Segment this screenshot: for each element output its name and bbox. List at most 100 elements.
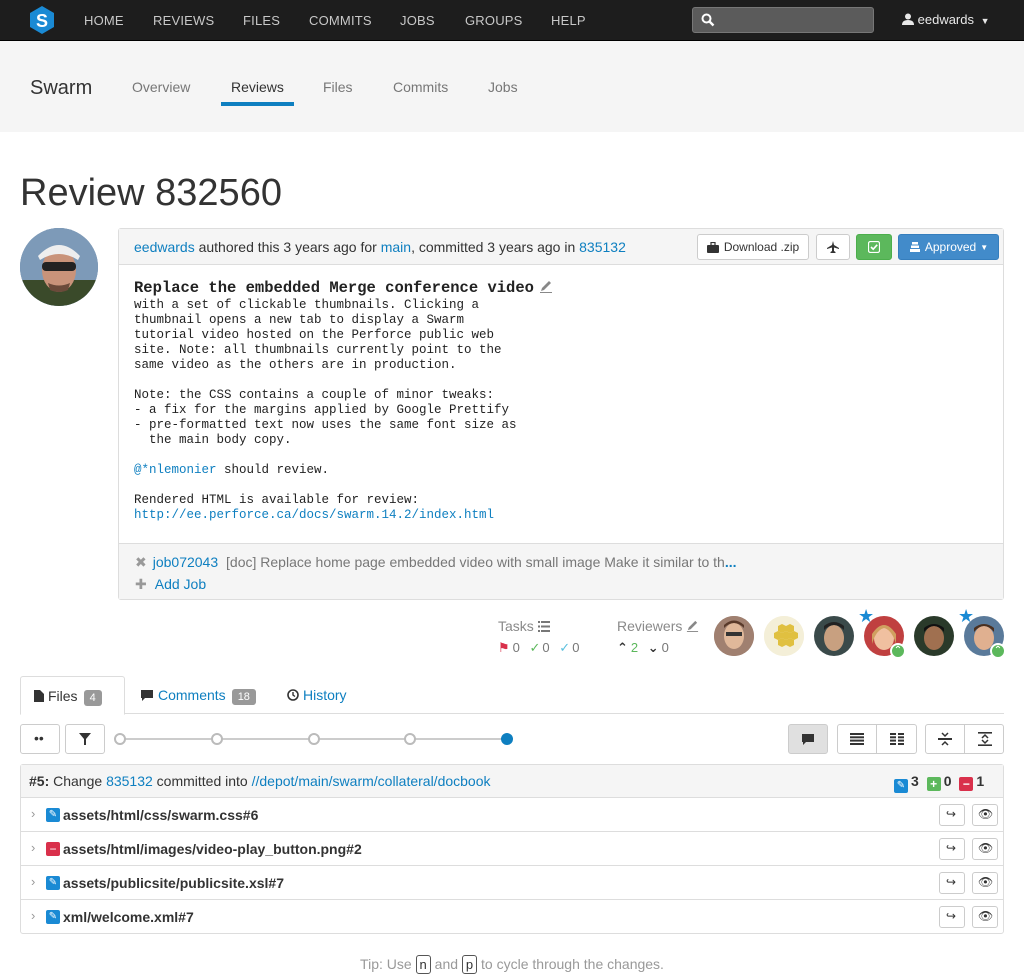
comments-count-badge: 18 bbox=[231, 689, 256, 705]
side-by-side-diff-button[interactable] bbox=[878, 725, 917, 753]
committed-text: , committed 3 years ago in bbox=[411, 239, 580, 255]
remove-job-icon[interactable]: ✖ bbox=[135, 554, 147, 570]
author-avatar[interactable] bbox=[20, 228, 98, 306]
comment-icon bbox=[802, 734, 814, 745]
tab-jobs[interactable]: Jobs bbox=[488, 79, 518, 95]
reviewers-label: Reviewers bbox=[617, 618, 699, 634]
change-link[interactable]: 835132 bbox=[579, 239, 626, 255]
tab-commits[interactable]: Commits bbox=[393, 79, 448, 95]
share-icon: ↪ bbox=[946, 875, 957, 889]
vote-counts[interactable]: ⌃ 2 ⌄ 0 bbox=[617, 640, 669, 656]
reviewer-avatar[interactable] bbox=[814, 616, 854, 656]
file-row[interactable]: › − assets/html/images/video-play_button… bbox=[21, 832, 1003, 866]
test-status-button[interactable] bbox=[856, 234, 892, 260]
chevron-right-icon[interactable]: › bbox=[31, 908, 35, 923]
mark-read-button[interactable]: 👁 bbox=[972, 906, 998, 928]
mark-read-button[interactable]: 👁 bbox=[972, 804, 998, 826]
expand-all-button[interactable] bbox=[966, 725, 1005, 753]
active-tab-indicator bbox=[221, 102, 294, 106]
mark-read-button[interactable]: 👁 bbox=[972, 872, 998, 894]
version-slider-point-active[interactable] bbox=[501, 733, 513, 745]
inline-diff-button[interactable] bbox=[838, 725, 877, 753]
nav-home[interactable]: HOME bbox=[84, 13, 124, 28]
file-row[interactable]: › ✎ assets/html/css/swarm.css#6 ↪ 👁 bbox=[21, 798, 1003, 832]
mark-read-button[interactable]: 👁 bbox=[972, 838, 998, 860]
chevron-right-icon[interactable]: › bbox=[31, 840, 35, 855]
download-zip-button[interactable]: Download .zip bbox=[697, 234, 809, 260]
nav-groups[interactable]: GROUPS bbox=[465, 13, 523, 28]
search-input[interactable] bbox=[692, 7, 874, 33]
tab-reviews[interactable]: Reviews bbox=[231, 79, 284, 95]
eye-icon: 👁 bbox=[978, 807, 994, 821]
tab-files-list[interactable]: Files 4 bbox=[20, 676, 125, 715]
branch-link[interactable]: main bbox=[381, 239, 411, 255]
pencil-icon[interactable] bbox=[539, 279, 553, 293]
votes-down-count: 0 bbox=[661, 640, 669, 655]
file-row[interactable]: › ✎ assets/publicsite/publicsite.xsl#7 ↪… bbox=[21, 866, 1003, 900]
tab-comments[interactable]: Comments 18 bbox=[141, 676, 256, 714]
mention-link[interactable]: @*nlemonier bbox=[134, 463, 217, 477]
tasks-counts[interactable]: ⚑ 0 ✓ 0 ✓ 0 bbox=[498, 640, 579, 656]
two-dots-icon: •• bbox=[34, 730, 44, 746]
open-file-button[interactable]: ↪ bbox=[939, 804, 965, 826]
project-name[interactable]: Swarm bbox=[30, 77, 92, 100]
author-link[interactable]: eedwards bbox=[134, 239, 195, 255]
chevron-right-icon[interactable]: › bbox=[31, 874, 35, 889]
pencil-icon[interactable] bbox=[686, 619, 699, 632]
kbd-prev: p bbox=[461, 955, 478, 974]
file-row[interactable]: › ✎ xml/welcome.xml#7 ↪ 👁 bbox=[21, 900, 1003, 934]
open-file-button[interactable]: ↪ bbox=[939, 872, 965, 894]
tab-overview[interactable]: Overview bbox=[132, 79, 190, 95]
files-header: #5: Change 835132 committed into //depot… bbox=[21, 765, 1003, 798]
deploy-button[interactable] bbox=[816, 234, 850, 260]
reviewer-group-avatar[interactable] bbox=[764, 616, 804, 656]
job-link[interactable]: job072043 bbox=[153, 554, 218, 570]
briefcase-icon bbox=[706, 241, 719, 253]
tab-history[interactable]: History bbox=[287, 676, 347, 714]
tab-files[interactable]: Files bbox=[323, 79, 353, 95]
share-icon: ↪ bbox=[946, 841, 957, 855]
swarm-logo-icon[interactable]: S bbox=[30, 6, 54, 34]
show-comments-toggle[interactable] bbox=[788, 724, 828, 754]
nav-commits[interactable]: COMMITS bbox=[309, 13, 372, 28]
clock-icon bbox=[287, 689, 299, 701]
change-summary: #5: Change 835132 committed into //depot… bbox=[29, 773, 491, 789]
page-title: Review 832560 bbox=[20, 172, 282, 214]
nav-help[interactable]: HELP bbox=[551, 13, 586, 28]
version-slider-point[interactable] bbox=[404, 733, 416, 745]
required-reviewer-star-icon: ★ bbox=[958, 606, 975, 626]
open-file-button[interactable]: ↪ bbox=[939, 906, 965, 928]
plane-icon bbox=[827, 241, 839, 253]
change-text: Change bbox=[49, 773, 107, 789]
nav-jobs[interactable]: JOBS bbox=[400, 13, 435, 28]
version-slider-point[interactable] bbox=[211, 733, 223, 745]
version-mode-button[interactable]: •• bbox=[20, 724, 60, 754]
user-menu[interactable]: eedwards ▼ bbox=[902, 12, 990, 27]
filter-button[interactable] bbox=[65, 724, 105, 754]
chevron-right-icon[interactable]: › bbox=[31, 806, 35, 821]
reviewer-avatar[interactable] bbox=[914, 616, 954, 656]
reviewer-avatar[interactable] bbox=[714, 616, 754, 656]
review-state-dropdown[interactable]: Approved ▼ bbox=[898, 234, 999, 260]
job-more-link[interactable]: ... bbox=[725, 554, 737, 570]
expand-icon bbox=[978, 732, 992, 746]
file-icon bbox=[34, 690, 44, 702]
columns-icon bbox=[890, 733, 904, 745]
depot-path-link[interactable]: //depot/main/swarm/collateral/docbook bbox=[252, 773, 491, 789]
collapse-all-button[interactable] bbox=[926, 725, 965, 753]
version-slider-point[interactable] bbox=[114, 733, 126, 745]
vote-down-icon: ⌄ bbox=[647, 640, 659, 655]
keyboard-tip: Tip: Use n and p to cycle through the ch… bbox=[0, 955, 1024, 974]
job-row: ✖ job072043 [doc] Replace home page embed… bbox=[135, 554, 737, 571]
reviewer-avatar-image bbox=[914, 616, 954, 656]
header-change-link[interactable]: 835132 bbox=[106, 773, 153, 789]
rendered-url-link[interactable]: http://ee.perforce.ca/docs/swarm.14.2/in… bbox=[134, 508, 494, 522]
add-job-button[interactable]: ✚ Add Job bbox=[135, 576, 206, 593]
version-slider-point[interactable] bbox=[308, 733, 320, 745]
nav-reviews[interactable]: REVIEWS bbox=[153, 13, 214, 28]
edit-count: 3 bbox=[911, 773, 919, 789]
file-name: assets/html/images/video-play_button.png… bbox=[63, 841, 362, 857]
open-file-button[interactable]: ↪ bbox=[939, 838, 965, 860]
tip-prefix: Tip: Use bbox=[360, 956, 416, 972]
nav-files[interactable]: FILES bbox=[243, 13, 280, 28]
